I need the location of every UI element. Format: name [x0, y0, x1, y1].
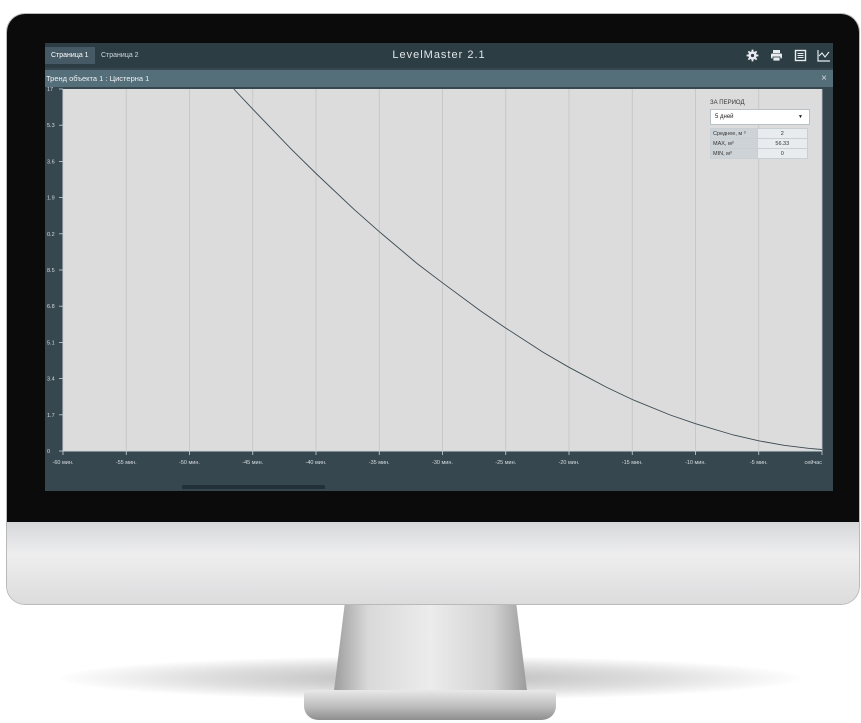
- y-tick-label: 5.3: [47, 123, 55, 129]
- x-tick-label: -45 мин.: [242, 460, 263, 466]
- trend-chart: -60 мин. -55 мин. -50 мин. -45 мин. -40 мин.…: [45, 87, 833, 491]
- stats-panel: ЗА ПЕРИОД 5 дней ▼ Среднее, м ³ 2 MAX, м…: [710, 97, 810, 159]
- stat-label: MIN, м³: [710, 148, 758, 159]
- stat-label: Среднее, м ³: [710, 128, 758, 139]
- y-tick-label: 3.4: [47, 377, 55, 383]
- stat-label: MAX, м³: [710, 138, 758, 149]
- close-icon[interactable]: ×: [821, 70, 827, 87]
- stat-value: 56.33: [756, 138, 809, 149]
- panel-title: Тренд объекта 1 : Цистерна 1: [46, 74, 150, 83]
- stats-table: Среднее, м ³ 2 MAX, м³ 56.33 MIN, м³ 0: [710, 128, 809, 159]
- x-tick-label: -15 мин.: [622, 460, 643, 466]
- stat-value: 0: [756, 148, 809, 159]
- x-tick-label: -30 мин.: [432, 460, 453, 466]
- y-tick-label: 1.9: [47, 196, 55, 202]
- x-tick-label: -40 мин.: [306, 460, 327, 466]
- list-icon[interactable]: [792, 47, 809, 64]
- y-tick-label: 8.5: [47, 268, 55, 274]
- stat-value: 2: [756, 128, 809, 139]
- period-label: ЗА ПЕРИОД: [710, 100, 745, 106]
- x-tick-label: -55 мин.: [116, 460, 137, 466]
- x-tick-label: сейчас: [804, 459, 822, 466]
- y-tick-label: 6.8: [47, 304, 55, 310]
- y-tick-label: 1.7: [47, 413, 55, 419]
- period-value: 5 дней: [715, 114, 734, 120]
- print-icon[interactable]: [768, 47, 785, 64]
- stats-row-max: MAX, м³ 56.33: [710, 138, 809, 149]
- gear-icon[interactable]: [744, 47, 761, 64]
- x-tick-label: -35 мин.: [369, 460, 390, 466]
- monitor-chin: [7, 522, 859, 604]
- y-tick-label: 3.6: [47, 159, 55, 165]
- y-tick-label: 5.1: [47, 340, 55, 346]
- chevron-down-icon: ▼: [798, 114, 803, 120]
- x-tick-label: -60 мин.: [53, 460, 74, 466]
- chart-icon[interactable]: [815, 47, 832, 64]
- y-tick-label: 0: [47, 449, 50, 455]
- app-title: LevelMaster 2.1: [392, 49, 486, 61]
- trend-panel-header: Тренд объекта 1 : Цистерна 1 ×: [45, 70, 833, 87]
- x-tick-label: -10 мин.: [685, 460, 706, 466]
- x-tick-label: -20 мин.: [559, 460, 580, 466]
- app-window: Страница 1 Страница 2 LevelMaster 2.1 Тр…: [45, 43, 833, 491]
- y-tick-label: 0.2: [47, 232, 55, 238]
- y-tick-label: 17: [47, 87, 53, 93]
- top-bar: Страница 1 Страница 2 LevelMaster 2.1: [45, 43, 833, 68]
- stats-row-min: MIN, м³ 0: [710, 148, 809, 159]
- monitor-stand: [333, 604, 528, 699]
- period-select[interactable]: 5 дней ▼: [710, 109, 810, 125]
- x-tick-label: -25 мин.: [495, 460, 516, 466]
- horizontal-scrollbar[interactable]: [182, 485, 325, 489]
- x-tick-label: -50 мин.: [179, 460, 200, 466]
- stats-row-avg: Среднее, м ³ 2: [710, 128, 809, 139]
- monitor-base: [304, 690, 556, 720]
- x-tick-label: -5 мин.: [750, 460, 768, 466]
